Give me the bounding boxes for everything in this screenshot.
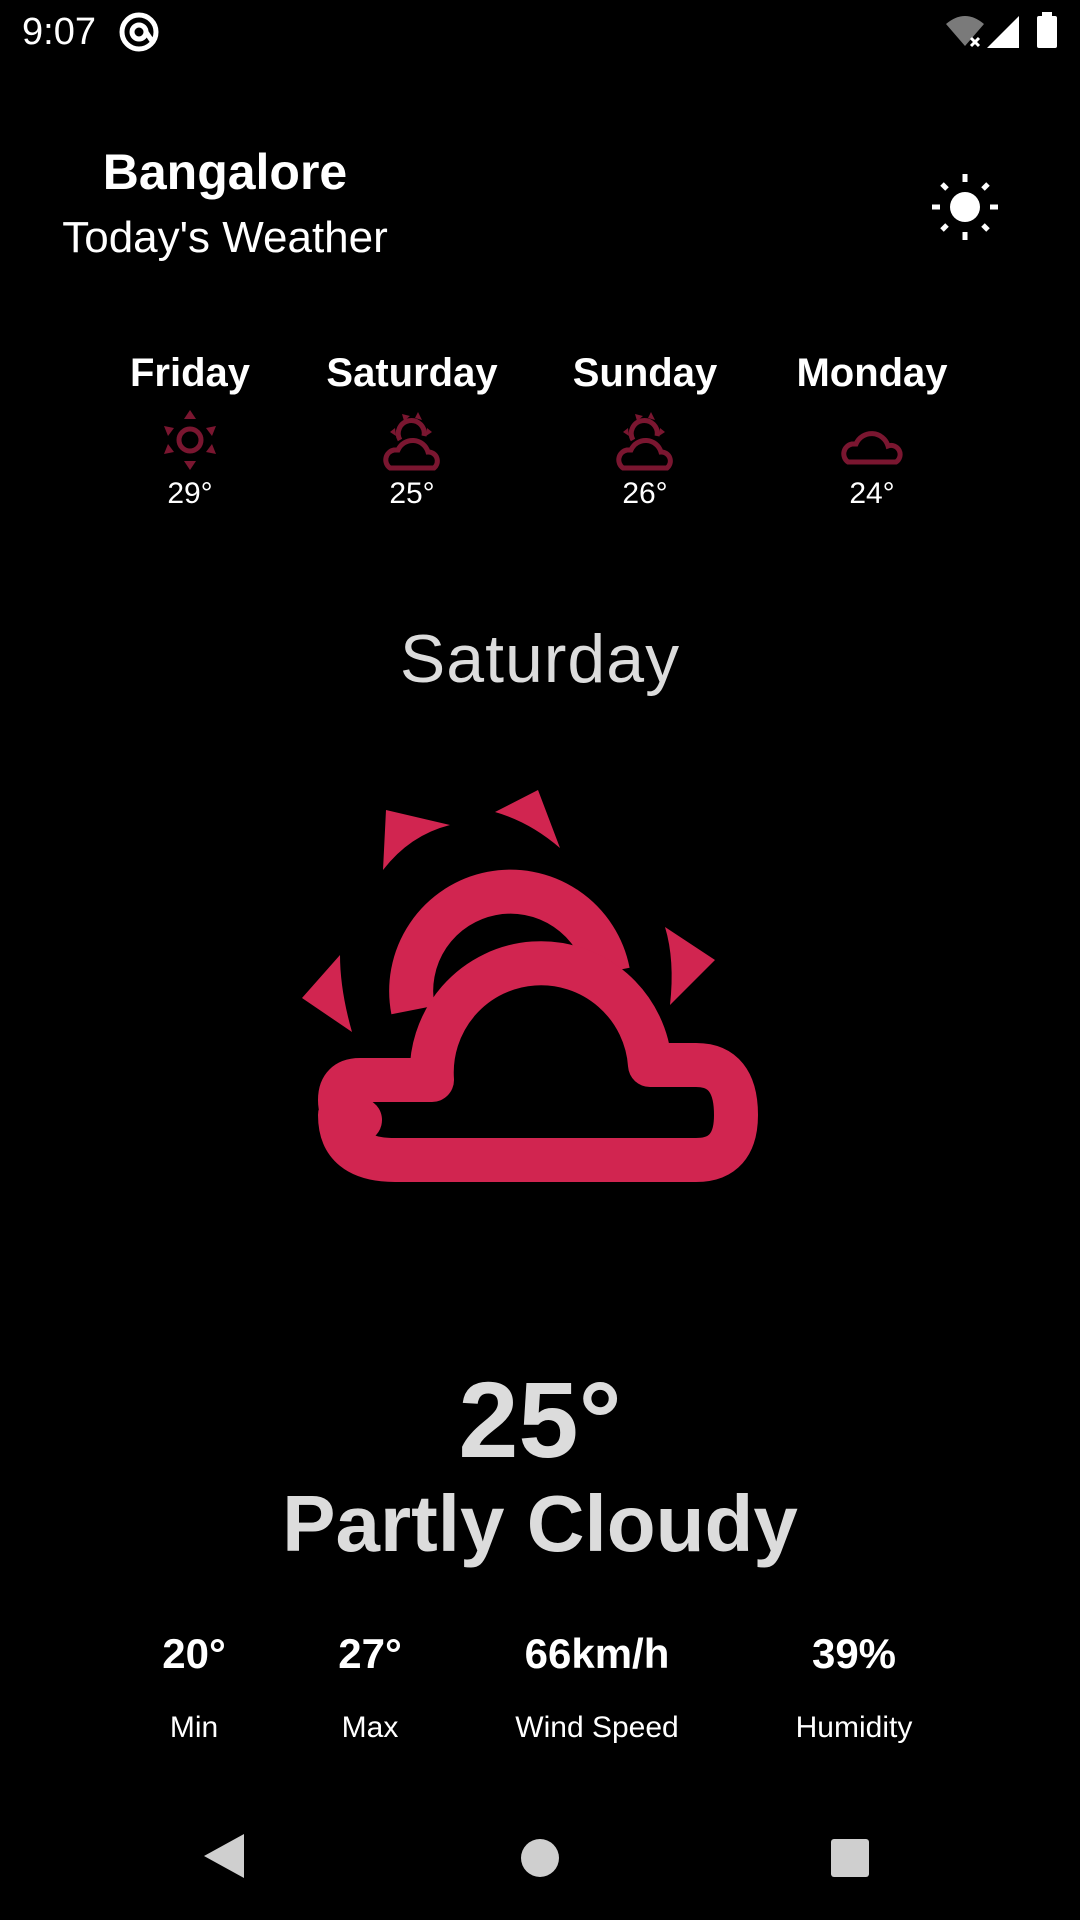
forecast-day-monday[interactable]: Monday 24° <box>762 348 982 512</box>
forecast-temp: 26° <box>622 477 668 510</box>
signal-icon <box>987 16 1019 48</box>
weather-condition: Partly Cloudy <box>282 1479 798 1568</box>
stat-value: 66km/h <box>524 1630 670 1677</box>
forecast-day-name: Sunday <box>572 351 718 395</box>
partly-cloudy-icon <box>616 412 673 471</box>
forecast-day-name: Friday <box>129 351 251 395</box>
current-temperature: 25° <box>458 1359 622 1480</box>
cloud-icon <box>841 431 903 465</box>
forecast-day-name: Monday <box>796 351 948 395</box>
stat-label: Wind Speed <box>515 1711 679 1744</box>
forecast-temp: 24° <box>849 477 895 510</box>
page-subtitle: Today's Weather <box>62 213 388 262</box>
stat-humidity: 39% Humidity <box>734 1628 974 1746</box>
sun-icon <box>164 410 216 470</box>
partly-cloudy-icon <box>383 412 440 471</box>
partly-cloudy-icon <box>302 790 758 1182</box>
stat-value: 39% <box>811 1630 897 1677</box>
forecast-day-sunday[interactable]: Sunday 26° <box>535 348 755 512</box>
status-time: 9:07 <box>22 11 96 53</box>
recents-icon[interactable] <box>830 1838 870 1878</box>
forecast-day-saturday[interactable]: Saturday 25° <box>302 348 522 512</box>
wifi-off-icon <box>946 16 984 48</box>
forecast-temp: 25° <box>389 477 435 510</box>
city-name: Bangalore <box>102 144 348 200</box>
forecast-day-friday[interactable]: Friday 29° <box>80 348 300 512</box>
selected-day-name: Saturday <box>399 621 681 697</box>
stat-value: 27° <box>338 1630 402 1677</box>
home-icon[interactable] <box>520 1838 560 1878</box>
battery-icon <box>1037 12 1057 48</box>
stat-wind-speed: 66km/h Wind Speed <box>477 1628 717 1746</box>
stat-max: 27° Max <box>250 1628 490 1746</box>
back-icon[interactable] <box>202 1832 246 1880</box>
stat-label: Max <box>341 1711 399 1744</box>
at-sign-icon <box>119 12 159 52</box>
forecast-temp: 29° <box>167 477 213 510</box>
forecast-day-name: Saturday <box>326 351 498 395</box>
stat-label: Humidity <box>795 1711 913 1744</box>
sun-icon[interactable] <box>930 172 1000 242</box>
